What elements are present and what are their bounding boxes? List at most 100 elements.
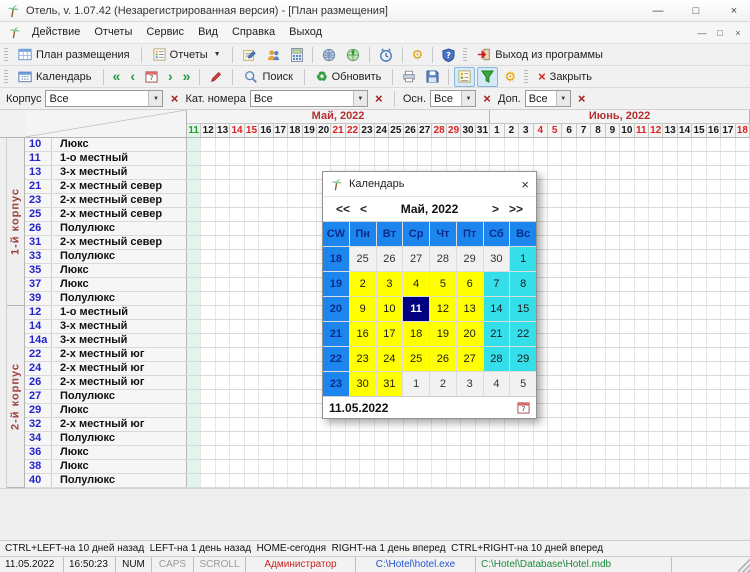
grid-cell[interactable] [519,460,534,473]
grid-cell[interactable] [635,166,649,179]
grid-cell[interactable] [635,376,649,389]
grid-cell[interactable] [230,194,245,207]
grid-cell[interactable] [288,152,303,165]
grid-cell[interactable] [274,222,289,235]
day-header[interactable]: 15 [692,124,707,137]
grid-cell[interactable] [201,460,216,473]
day-header[interactable]: 14 [678,124,693,137]
grid-cell[interactable] [389,432,404,445]
grid-cell[interactable] [707,180,722,193]
grid-cell[interactable] [620,180,635,193]
grid-cell[interactable] [663,236,678,249]
room-type[interactable]: 1-о местный [52,152,187,165]
grid-cell[interactable] [404,460,418,473]
grid-cell[interactable] [259,390,274,403]
grid-cell[interactable] [274,292,289,305]
grid-cell[interactable] [736,194,750,207]
grid-cell[interactable] [245,264,260,277]
grid-cell[interactable] [649,264,664,277]
grid-cell[interactable] [187,208,202,221]
grid-cell[interactable] [649,194,664,207]
grid-cell[interactable] [663,390,678,403]
grid-cell[interactable] [736,376,750,389]
calendar-day[interactable]: 1 [403,372,429,396]
grid-cell[interactable] [476,460,491,473]
chevron-down-icon[interactable]: ▼ [352,91,367,106]
grid-cell[interactable] [620,460,635,473]
grid-cell[interactable] [317,432,332,445]
grid-cell[interactable] [649,446,664,459]
toolbar-grip[interactable] [4,69,8,84]
settings-button[interactable]: ⚙ [408,45,428,65]
day-header[interactable]: 18 [736,124,750,137]
grid-cell[interactable] [274,334,289,347]
grid-cell[interactable] [736,152,750,165]
grid-cell[interactable] [562,446,577,459]
day-header[interactable]: 25 [389,124,404,137]
room-number[interactable]: 25 [25,208,52,221]
grid-cell[interactable] [245,376,260,389]
grid-cell[interactable] [721,362,736,375]
grid-cell[interactable] [259,320,274,333]
grid-cell[interactable] [461,432,476,445]
grid-cell[interactable] [346,460,361,473]
grid-cell[interactable] [591,222,606,235]
grid-cell[interactable] [663,334,678,347]
day-header[interactable]: 21 [331,124,346,137]
grid-cell[interactable] [230,418,245,431]
grid-cell[interactable] [606,404,621,417]
day-header[interactable]: 22 [346,124,361,137]
grid-cell[interactable] [288,292,303,305]
grid-cell[interactable] [288,320,303,333]
grid-cell[interactable] [620,208,635,221]
grid-cell[interactable] [187,180,202,193]
grid-cell[interactable] [721,292,736,305]
grid-settings-button[interactable]: ⚙ [500,67,520,87]
grid-cell[interactable] [360,460,375,473]
grid-cell[interactable] [692,250,707,263]
grid-cell[interactable] [663,292,678,305]
grid-cell[interactable] [259,460,274,473]
grid-cell[interactable] [461,474,476,487]
grid-cell[interactable] [404,446,418,459]
mdi-minimize-button[interactable]: — [694,28,710,38]
grid-cell[interactable] [577,208,592,221]
grid-cell[interactable] [562,474,577,487]
grid-cell[interactable] [303,432,317,445]
grid-cell[interactable] [678,320,693,333]
room-type[interactable]: 1-о местный [52,306,187,319]
grid-cell[interactable] [245,390,260,403]
grid-cell[interactable] [418,474,433,487]
grid-cell[interactable] [721,474,736,487]
filter-toggle-button[interactable] [477,66,499,87]
grid-cell[interactable] [635,194,649,207]
grid-cell[interactable] [216,418,231,431]
grid-cell[interactable] [187,334,202,347]
grid-cell[interactable] [245,418,260,431]
day-header[interactable]: 19 [303,124,317,137]
grid-cell[interactable] [187,166,202,179]
search-button[interactable]: Поиск [238,67,298,87]
calendar-day[interactable]: 12 [430,297,456,321]
calendar-day[interactable]: 27 [456,347,483,371]
grid-cell[interactable] [505,446,520,459]
main-filter-clear-button[interactable]: × [480,91,494,106]
room-type[interactable]: 2-х местный север [52,208,187,221]
grid-cell[interactable] [620,264,635,277]
grid-cell[interactable] [548,292,563,305]
grid-cell[interactable] [548,152,563,165]
grid-cell[interactable] [721,432,736,445]
grid-cell[interactable] [548,236,563,249]
grid-cell[interactable] [678,180,693,193]
grid-cell[interactable] [577,166,592,179]
mdi-restore-button[interactable]: □ [712,28,728,38]
grid-cell[interactable] [692,404,707,417]
grid-cell[interactable] [663,432,678,445]
grid-cell[interactable] [360,152,375,165]
grid-cell[interactable] [274,376,289,389]
grid-cell[interactable] [245,278,260,291]
grid-cell[interactable] [201,208,216,221]
grid-cell[interactable] [360,474,375,487]
day-header[interactable]: 24 [375,124,390,137]
grid-cell[interactable] [548,334,563,347]
